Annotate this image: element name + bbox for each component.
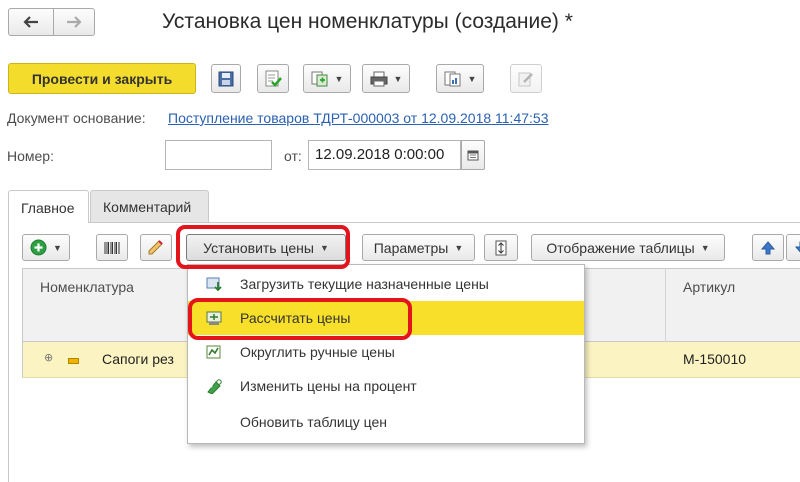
pencil-icon [148, 239, 163, 254]
table-display-label: Отображение таблицы [546, 239, 695, 256]
print-icon [370, 71, 388, 86]
table-display-button[interactable]: Отображение таблицы ▼ [531, 234, 725, 261]
set-prices-menu: Загрузить текущие назначенные цены Рассч… [187, 264, 585, 444]
arrow-left-icon [23, 16, 38, 28]
print-button[interactable]: ▼ [362, 64, 410, 93]
chevron-down-icon: ▼ [454, 242, 464, 253]
fill-button[interactable] [140, 234, 172, 261]
annotation-highlight-set-prices [176, 225, 350, 269]
tab-comment-label: Комментарий [103, 199, 192, 215]
page-title: Установка цен номенклатуры (создание) * [162, 10, 573, 33]
create-based-icon [311, 71, 328, 86]
back-button[interactable] [8, 8, 54, 36]
chevron-down-icon: ▼ [393, 73, 403, 84]
move-down-button[interactable] [786, 234, 800, 261]
post-and-close-button[interactable]: Провести и закрыть [8, 63, 196, 94]
arrow-down-icon [795, 241, 800, 252]
edit-icon [518, 72, 533, 86]
parameters-button[interactable]: Параметры ▼ [362, 234, 475, 261]
create-based-on-button[interactable]: ▼ [303, 64, 351, 93]
menu-item-label: Изменить цены на процент [240, 378, 417, 394]
menu-item-label: Округлить ручные цены [240, 344, 395, 360]
row-name-cell: Сапоги рез [102, 351, 174, 367]
post-document-button[interactable] [257, 64, 289, 93]
calendar-button[interactable] [461, 140, 485, 170]
chevron-down-icon: ▼ [53, 242, 62, 253]
edit-button[interactable] [510, 64, 542, 93]
menu-item-round-manual-prices[interactable]: Округлить ручные цены [188, 335, 584, 369]
barcode-icon [104, 241, 120, 254]
menu-item-label: Загрузить текущие назначенные цены [240, 276, 489, 292]
percent-change-icon [207, 379, 222, 394]
menu-item-label: Обновить таблицу цен [240, 414, 387, 430]
save-button[interactable] [211, 64, 241, 93]
base-document-link[interactable]: Поступление товаров ТДРТ-000003 от 12.09… [168, 110, 548, 126]
move-up-button[interactable] [752, 234, 784, 261]
column-header-nomenclature[interactable]: Номенклатура [40, 279, 134, 295]
row-marker-icon [68, 358, 79, 364]
row-height-button[interactable] [484, 234, 518, 261]
number-input[interactable] [165, 140, 272, 170]
chevron-down-icon: ▼ [467, 73, 477, 84]
plus-circle-icon [30, 239, 47, 256]
parameters-label: Параметры [373, 239, 449, 256]
arrow-right-icon [67, 16, 82, 28]
menu-item-load-current-prices[interactable]: Загрузить текущие назначенные цены [188, 267, 584, 301]
base-document-label: Документ основание: [7, 110, 146, 126]
arrow-up-icon [761, 240, 775, 254]
row-article-cell: М-150010 [683, 351, 747, 367]
annotation-highlight-calculate-prices [188, 298, 412, 340]
menu-item-change-prices-percent[interactable]: Изменить цены на процент [188, 369, 584, 403]
chevron-down-icon: ▼ [700, 242, 710, 253]
forward-button[interactable] [53, 8, 95, 36]
barcode-button[interactable] [96, 234, 128, 261]
tab-comment[interactable]: Комментарий [90, 190, 209, 222]
reports-icon [444, 71, 461, 86]
date-input[interactable]: 12.09.2018 0:00:00 [308, 140, 461, 170]
tab-main[interactable]: Главное [8, 190, 89, 223]
number-label: Номер: [7, 148, 54, 164]
column-header-article[interactable]: Артикул [683, 279, 735, 295]
chevron-down-icon: ▼ [334, 73, 344, 84]
post-doc-icon [265, 70, 282, 87]
date-label: от: [284, 148, 302, 164]
add-row-button[interactable]: ▼ [22, 234, 70, 261]
round-prices-icon [206, 345, 221, 359]
save-icon [218, 71, 234, 86]
menu-item-refresh-price-table[interactable]: Обновить таблицу цен [188, 405, 584, 439]
calendar-icon [467, 150, 479, 161]
vertical-resize-icon [495, 240, 507, 255]
tab-main-label: Главное [21, 200, 75, 216]
load-prices-icon [206, 277, 222, 292]
expand-icon[interactable]: ⊕ [44, 351, 53, 364]
reports-button[interactable]: ▼ [436, 64, 484, 93]
